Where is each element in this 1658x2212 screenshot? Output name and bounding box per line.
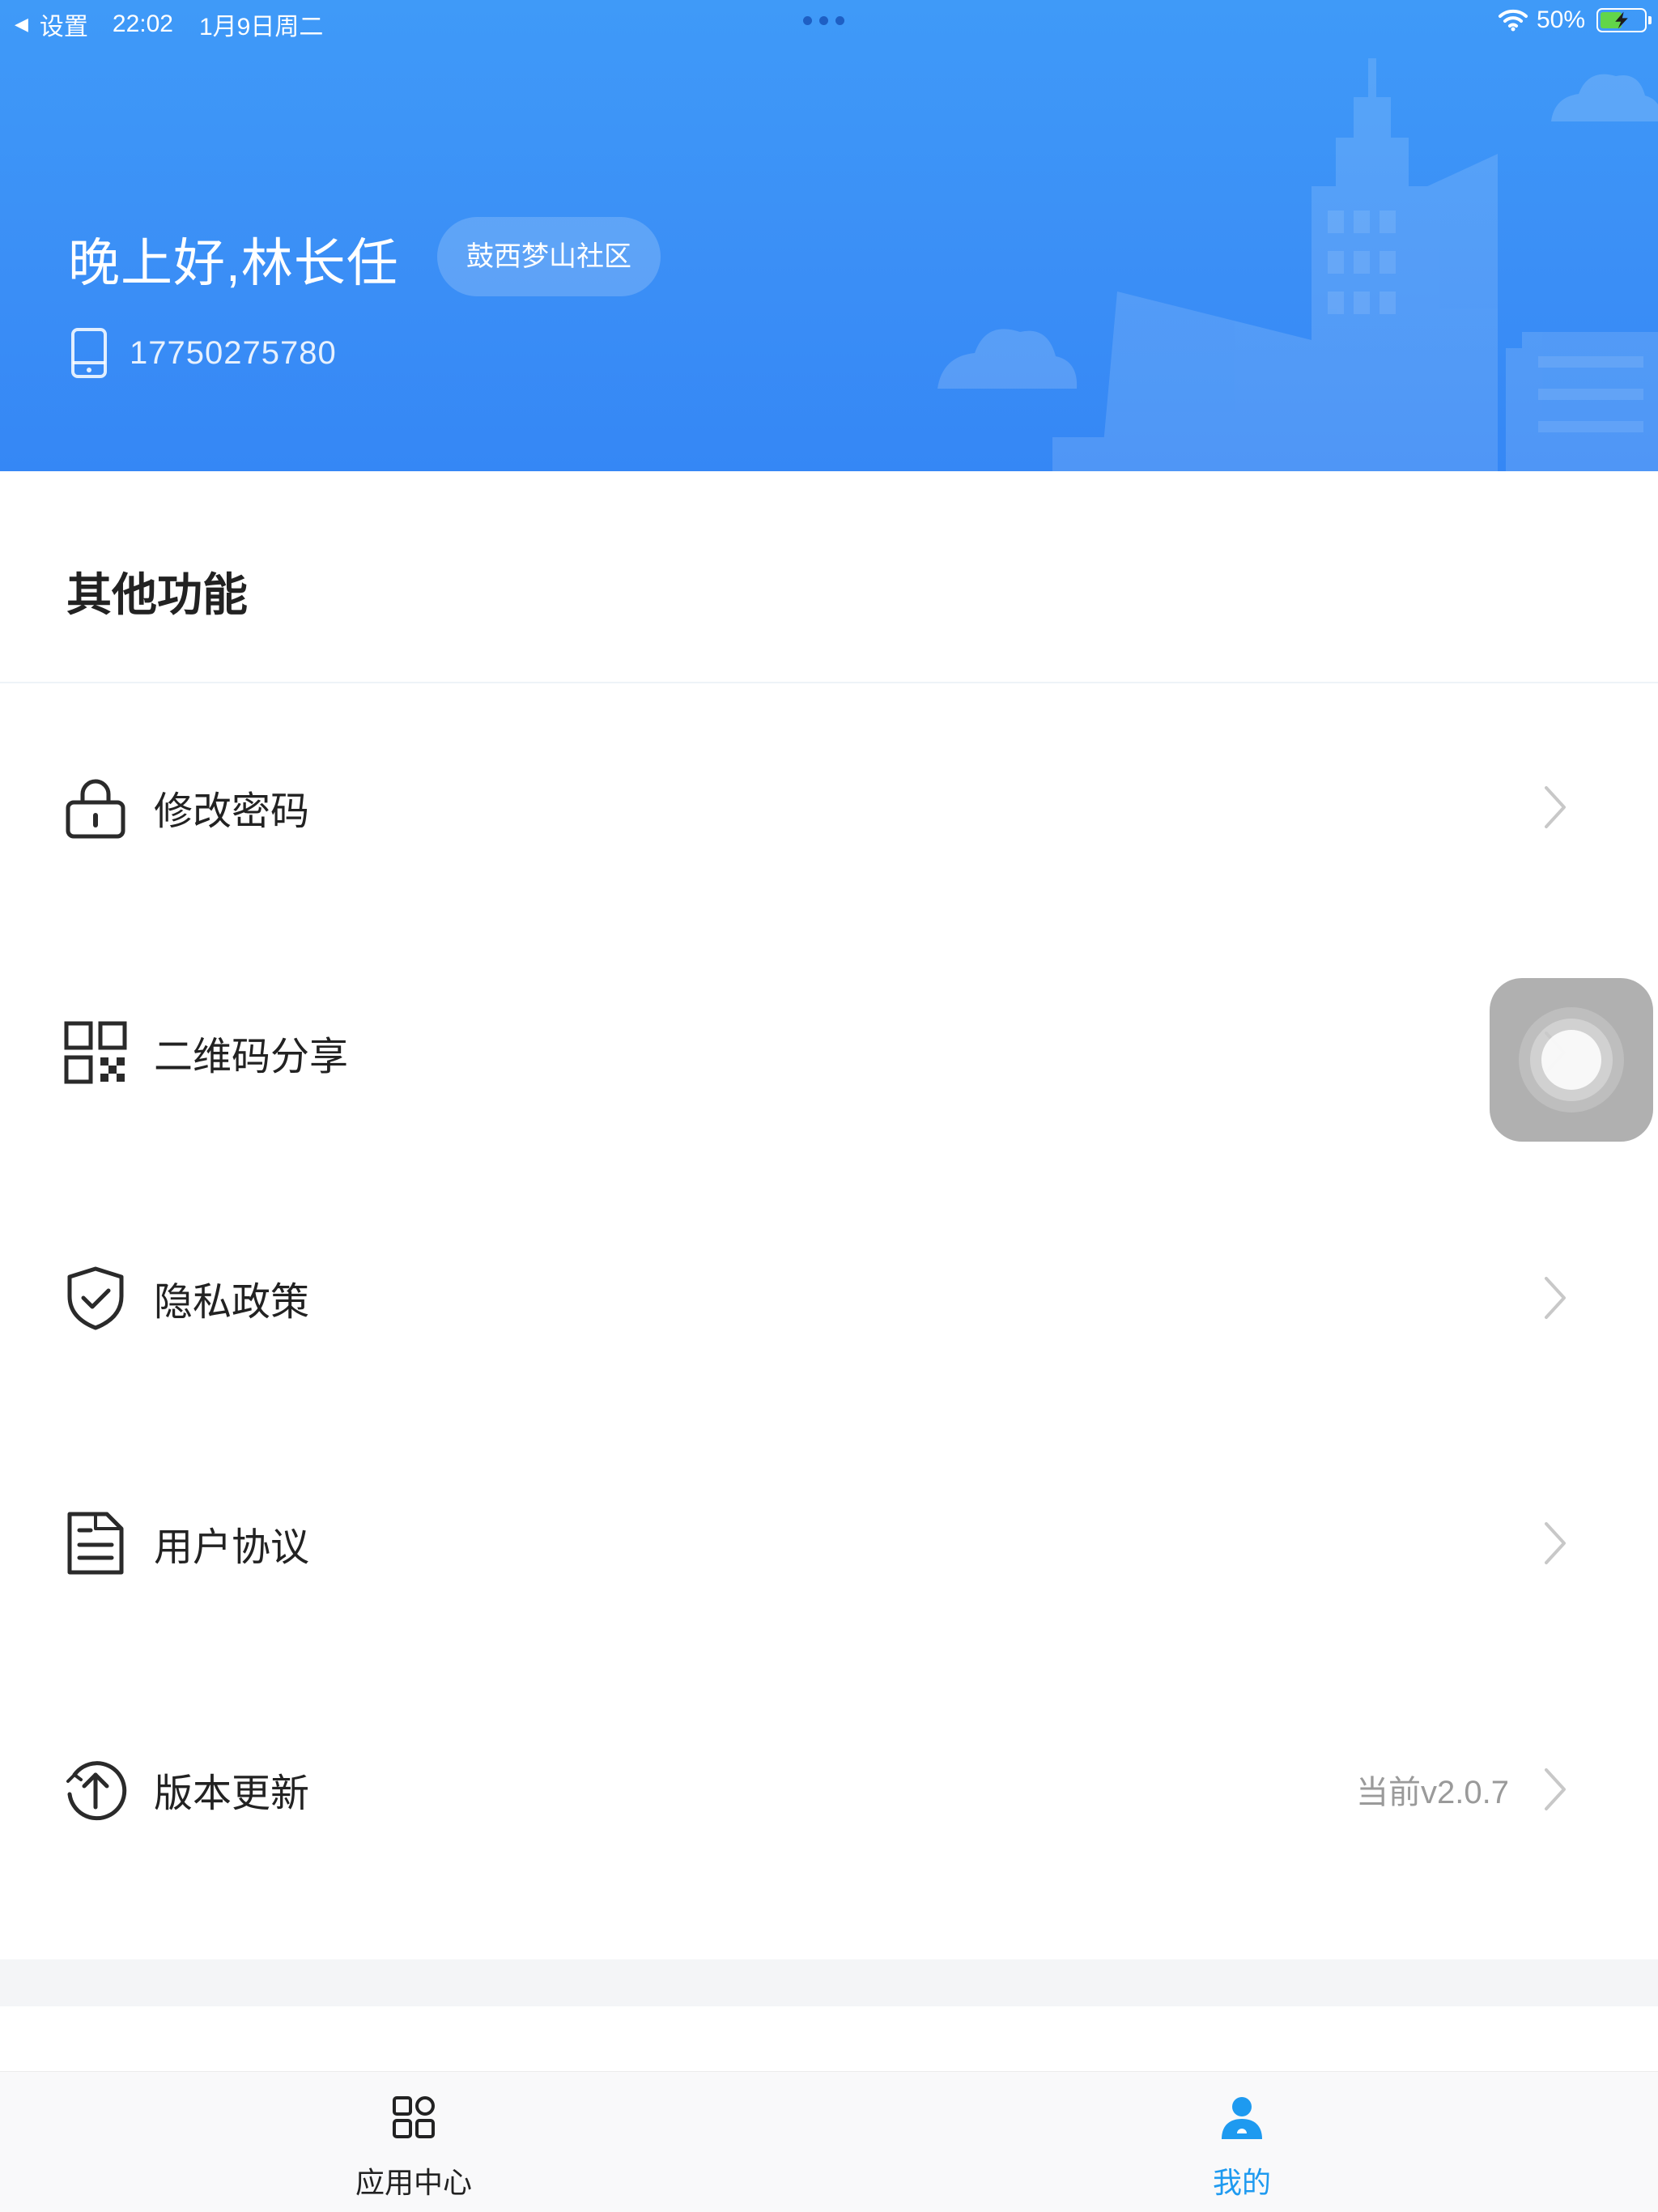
community-badge: 鼓西梦山社区 — [437, 217, 661, 296]
greeting-text: 晚上好,林长任 — [68, 234, 399, 292]
grid-icon — [393, 2096, 435, 2138]
status-time: 22:02 — [112, 11, 173, 37]
chevron-right-icon — [1545, 786, 1566, 828]
bottom-tab-bar: 应用中心 我的 — [0, 2071, 1658, 2212]
phone-device-icon — [71, 328, 107, 378]
menu-label: 修改密码 — [154, 789, 310, 834]
status-bar: ◀ 设置 22:02 1月9日周二 50% — [0, 0, 1658, 42]
current-version: 当前v2.0.7 — [1356, 1775, 1509, 1810]
wifi-icon — [1498, 9, 1528, 32]
tab-app-center[interactable]: 应用中心 — [252, 2072, 576, 2212]
menu-label: 二维码分享 — [154, 1034, 349, 1079]
menu-label: 用户协议 — [154, 1525, 310, 1570]
assistive-touch-button[interactable] — [1490, 978, 1653, 1142]
menu-label: 版本更新 — [154, 1771, 310, 1816]
multitasking-dots-icon[interactable] — [803, 16, 844, 25]
chevron-right-icon — [1545, 1277, 1566, 1319]
chevron-right-icon — [1545, 1768, 1566, 1810]
qr-code-icon — [64, 1021, 127, 1084]
menu-item-privacy-policy[interactable]: 隐私政策 — [0, 1217, 1658, 1379]
user-icon — [1222, 2097, 1262, 2139]
document-icon — [67, 1512, 124, 1575]
tab-label: 应用中心 — [355, 2167, 472, 2200]
menu-item-change-password[interactable]: 修改密码 — [0, 726, 1658, 888]
menu-item-qr-share[interactable]: 二维码分享 — [0, 972, 1658, 1134]
shield-check-icon — [67, 1266, 124, 1330]
phone-number: 17750275780 — [130, 334, 337, 371]
menu-item-version-update[interactable]: 版本更新 当前v2.0.7 — [0, 1708, 1658, 1870]
tab-label: 我的 — [1212, 2167, 1271, 2200]
upload-circle-icon — [66, 1761, 127, 1821]
section-divider — [0, 682, 1658, 683]
menu-item-user-agreement[interactable]: 用户协议 — [0, 1462, 1658, 1624]
phone-row: 17750275780 — [66, 327, 337, 379]
back-to-settings-link[interactable]: 设置 — [40, 6, 88, 42]
section-title: 其他功能 — [66, 569, 248, 622]
battery-percent: 50% — [1536, 6, 1585, 33]
battery-icon — [1596, 8, 1652, 32]
profile-header: ◀ 设置 22:02 1月9日周二 50% 晚上好,林长任 鼓西梦山社区 177… — [0, 0, 1658, 471]
profile-page: ◀ 设置 22:02 1月9日周二 50% 晚上好,林长任 鼓西梦山社区 177… — [0, 0, 1658, 2212]
tab-mine[interactable]: 我的 — [1080, 2072, 1404, 2212]
lock-icon — [66, 779, 125, 839]
back-arrow-icon[interactable]: ◀ — [15, 14, 28, 35]
section-spacer — [0, 1959, 1658, 2006]
chevron-right-icon — [1545, 1522, 1566, 1564]
menu-label: 隐私政策 — [154, 1279, 310, 1325]
status-date: 1月9日周二 — [199, 14, 324, 40]
